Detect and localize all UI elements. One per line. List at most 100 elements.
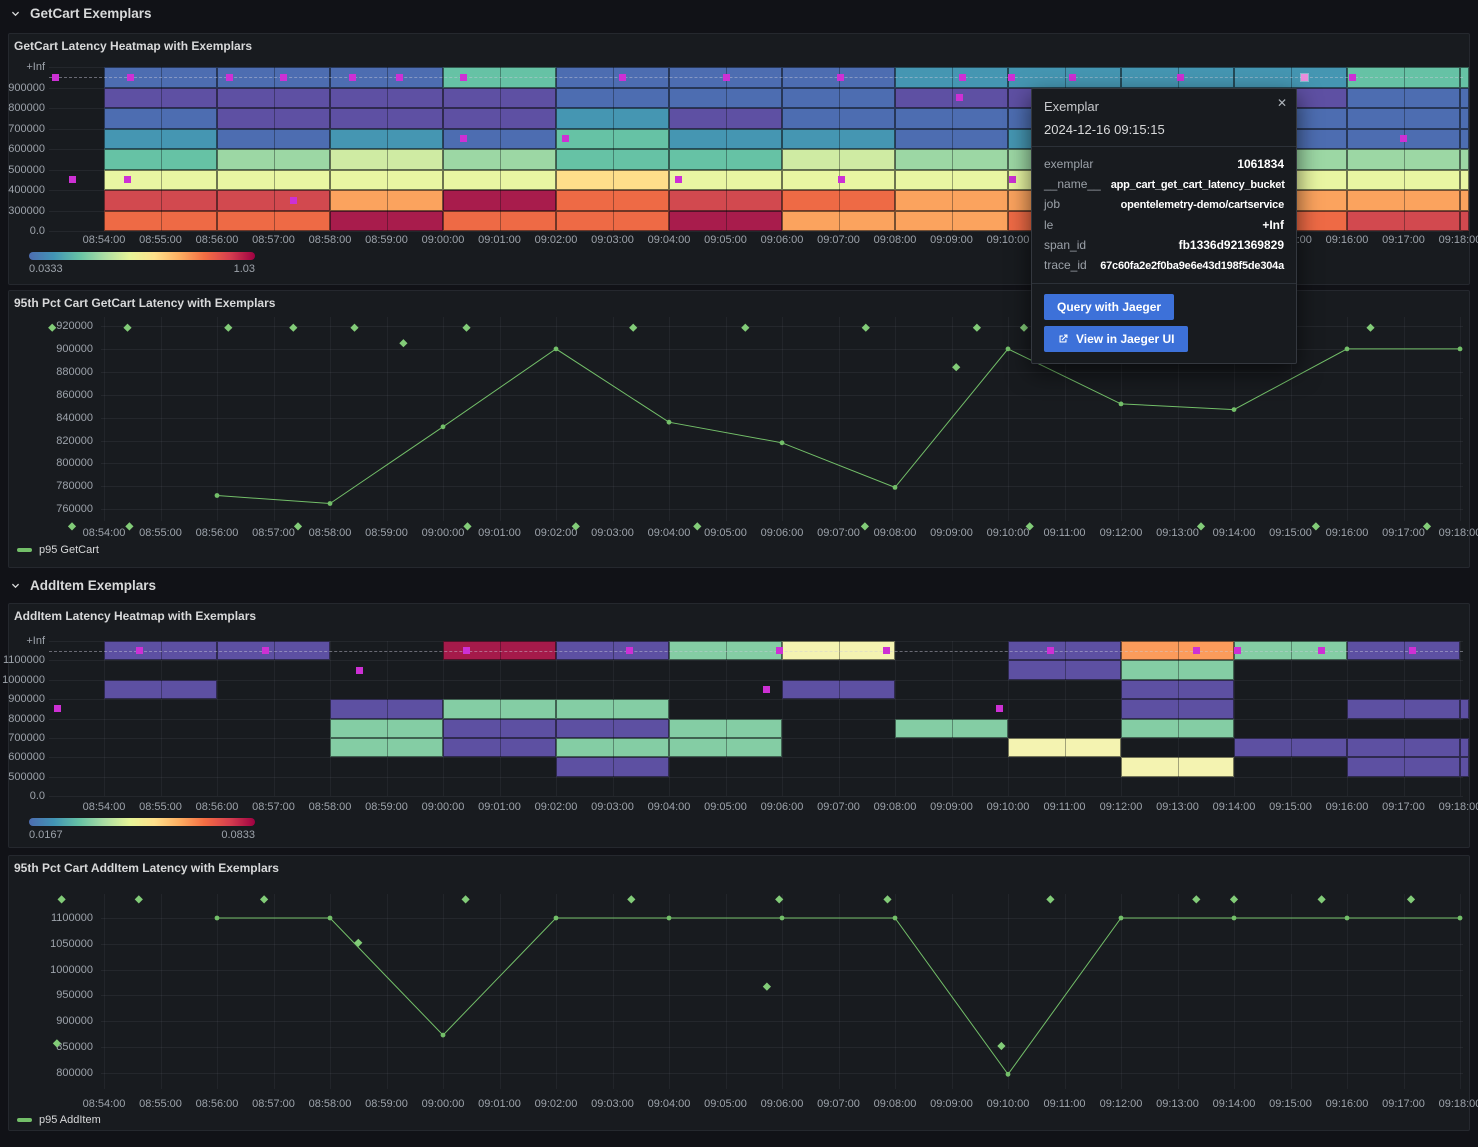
exemplar-marker[interactable] — [837, 74, 844, 81]
exemplar-marker[interactable] — [1409, 647, 1416, 654]
exemplar-marker[interactable] — [1069, 74, 1076, 81]
exemplar-marker[interactable] — [1234, 647, 1241, 654]
exemplar-diamond[interactable] — [1020, 324, 1028, 332]
exemplar-diamond[interactable] — [224, 324, 232, 332]
exemplar-marker[interactable] — [1400, 135, 1407, 142]
exemplar-diamond[interactable] — [1026, 522, 1034, 530]
exemplar-diamond[interactable] — [973, 324, 981, 332]
exemplar-marker[interactable] — [52, 74, 59, 81]
exemplar-diamond[interactable] — [1197, 522, 1205, 530]
exemplar-marker[interactable] — [1193, 647, 1200, 654]
exemplar-diamond[interactable] — [775, 895, 783, 903]
legend-item-p95-additem[interactable]: p95 AddItem — [17, 1114, 101, 1126]
exemplar-marker[interactable] — [723, 74, 730, 81]
x-tick-label: 08:57:00 — [252, 1098, 295, 1110]
gridline — [1291, 738, 1292, 757]
exemplar-diamond[interactable] — [294, 522, 302, 530]
exemplar-marker[interactable] — [460, 135, 467, 142]
exemplar-marker[interactable] — [883, 647, 890, 654]
exemplar-diamond[interactable] — [125, 522, 133, 530]
exemplar-diamond[interactable] — [1230, 895, 1238, 903]
exemplar-marker[interactable] — [1009, 176, 1016, 183]
exemplar-diamond[interactable] — [462, 324, 470, 332]
gridline — [1404, 757, 1405, 776]
exemplar-diamond[interactable] — [53, 1039, 61, 1047]
x-tick-label: 09:09:00 — [930, 234, 973, 246]
exemplar-diamond[interactable] — [350, 324, 358, 332]
exemplar-marker[interactable] — [127, 74, 134, 81]
y-tick-label: 800000 — [0, 713, 45, 725]
exemplar-marker[interactable] — [956, 94, 963, 101]
exemplar-marker[interactable] — [463, 647, 470, 654]
exemplar-diamond[interactable] — [1423, 522, 1431, 530]
exemplar-marker[interactable] — [280, 74, 287, 81]
exemplar-diamond[interactable] — [741, 324, 749, 332]
exemplar-diamond[interactable] — [1192, 895, 1200, 903]
exemplar-marker[interactable] — [776, 647, 783, 654]
exemplar-marker[interactable] — [959, 74, 966, 81]
exemplar-marker[interactable] — [226, 74, 233, 81]
exemplar-diamond[interactable] — [763, 982, 771, 990]
exemplar-marker[interactable] — [1318, 647, 1325, 654]
exemplar-diamond[interactable] — [572, 522, 580, 530]
exemplar-diamond[interactable] — [260, 895, 268, 903]
exemplar-diamond[interactable] — [399, 339, 407, 347]
exemplar-marker[interactable] — [562, 135, 569, 142]
exemplar-marker[interactable] — [619, 74, 626, 81]
exemplar-marker[interactable] — [996, 705, 1003, 712]
exemplar-marker[interactable] — [124, 176, 131, 183]
exemplar-marker[interactable] — [460, 74, 467, 81]
exemplar-marker[interactable] — [396, 74, 403, 81]
exemplar-marker[interactable] — [1008, 74, 1015, 81]
exemplar-diamond[interactable] — [861, 522, 869, 530]
gridline — [1234, 641, 1235, 796]
exemplar-marker[interactable] — [290, 197, 297, 204]
exemplar-diamond[interactable] — [68, 522, 76, 530]
exemplar-marker[interactable] — [763, 686, 770, 693]
exemplar-diamond[interactable] — [997, 1042, 1005, 1050]
exemplar-marker[interactable] — [626, 647, 633, 654]
exemplar-marker[interactable] — [1301, 74, 1308, 81]
exemplar-marker[interactable] — [69, 176, 76, 183]
exemplar-diamond[interactable] — [1317, 895, 1325, 903]
exemplar-diamond[interactable] — [289, 324, 297, 332]
exemplar-marker[interactable] — [1177, 74, 1184, 81]
exemplar-marker[interactable] — [675, 176, 682, 183]
close-icon[interactable]: ✕ — [1277, 96, 1287, 110]
heatmap-cell — [1460, 129, 1469, 150]
exemplar-diamond[interactable] — [57, 895, 65, 903]
exemplar-diamond[interactable] — [629, 324, 637, 332]
exemplar-diamond[interactable] — [627, 895, 635, 903]
gridline — [1178, 757, 1179, 776]
section-header-additem[interactable]: AddItem Exemplars — [10, 578, 156, 593]
exemplar-diamond[interactable] — [1407, 895, 1415, 903]
view-in-jaeger-ui-button[interactable]: View in Jaeger UI — [1044, 326, 1188, 352]
exemplar-marker[interactable] — [1047, 647, 1054, 654]
exemplar-diamond[interactable] — [461, 895, 469, 903]
query-with-jaeger-button[interactable]: Query with Jaeger — [1044, 294, 1174, 320]
exemplar-diamond[interactable] — [862, 324, 870, 332]
exemplar-marker[interactable] — [356, 667, 363, 674]
exemplar-diamond[interactable] — [354, 939, 362, 947]
exemplar-marker[interactable] — [349, 74, 356, 81]
exemplar-marker[interactable] — [838, 176, 845, 183]
exemplar-diamond[interactable] — [1046, 895, 1054, 903]
exemplar-marker[interactable] — [262, 647, 269, 654]
exemplar-diamond[interactable] — [123, 324, 131, 332]
exemplar-diamond[interactable] — [1366, 324, 1374, 332]
exemplar-diamond[interactable] — [135, 895, 143, 903]
exemplar-diamond[interactable] — [463, 522, 471, 530]
section-header-getcart[interactable]: GetCart Exemplars — [10, 6, 152, 21]
exemplar-diamond[interactable] — [693, 522, 701, 530]
exemplar-marker[interactable] — [136, 647, 143, 654]
exemplar-marker[interactable] — [1349, 74, 1356, 81]
gridline — [161, 211, 162, 232]
exemplar-marker[interactable] — [54, 705, 61, 712]
exemplar-diamond[interactable] — [48, 324, 56, 332]
x-tick-label: 08:54:00 — [83, 1098, 126, 1110]
exemplar-diamond[interactable] — [952, 363, 960, 371]
chevron-down-icon — [10, 8, 21, 19]
exemplar-diamond[interactable] — [883, 895, 891, 903]
exemplar-diamond[interactable] — [1312, 522, 1320, 530]
legend-item-p95-getcart[interactable]: p95 GetCart — [17, 544, 99, 556]
